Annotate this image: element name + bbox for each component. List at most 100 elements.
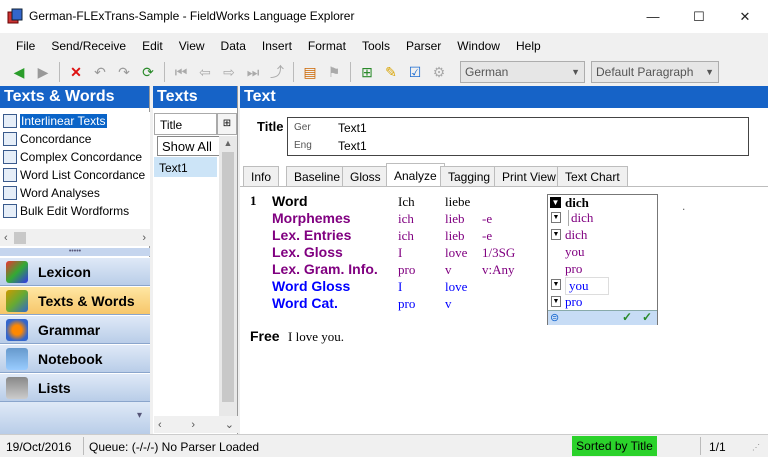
dropdown-arrow-icon[interactable]: ▼ [551, 279, 561, 290]
interlinear-cell[interactable]: 1/3SG [482, 245, 515, 261]
menu-parser[interactable]: Parser [398, 36, 449, 56]
close-button[interactable]: ✕ [722, 0, 768, 33]
area-grammar[interactable]: Grammar [0, 315, 150, 344]
scroll-thumb[interactable] [222, 152, 234, 402]
resize-grip-icon[interactable]: ⋰ [752, 443, 760, 452]
style-combo[interactable]: Default Paragraph ▼ [591, 61, 719, 83]
area-notebook[interactable]: Notebook [0, 344, 150, 373]
interlinear-cell[interactable]: liebe [445, 194, 470, 210]
interlinear-cell[interactable]: pro [398, 262, 415, 278]
interlinear-cell[interactable]: lieb [445, 228, 465, 244]
approve-next-icon[interactable]: ✓ [622, 310, 632, 324]
texts-hscrollbar[interactable]: ‹ › ⌄ [154, 416, 238, 433]
interlinear-cell[interactable]: Ich [398, 194, 415, 210]
interlinear-cell[interactable]: v [445, 262, 452, 278]
sandbox-gram[interactable]: pro [565, 261, 582, 277]
writing-system-combo[interactable]: German ▼ [460, 61, 585, 83]
menu-insert[interactable]: Insert [254, 36, 300, 56]
tool-complex-concordance[interactable]: Complex Concordance [0, 148, 150, 166]
column-chooser-icon[interactable]: ⊞ [217, 113, 237, 135]
approve-icon[interactable]: ☑ [404, 61, 426, 83]
interlinear-cell[interactable]: -e [482, 228, 492, 244]
interlinear-cell[interactable]: ich [398, 211, 414, 227]
back-icon[interactable]: ◀ [8, 61, 30, 83]
interlinear-cell[interactable]: I [398, 279, 402, 295]
link-icon[interactable]: ⤴ [266, 61, 288, 83]
sandbox-word-gloss[interactable]: you [565, 277, 609, 295]
expand-circle-icon[interactable]: ⊜ [550, 311, 559, 324]
scroll-right-icon[interactable]: › [142, 232, 146, 244]
tool-bulk-edit-wordforms[interactable]: Bulk Edit Wordforms [0, 202, 150, 220]
menu-file[interactable]: File [8, 36, 43, 56]
sandbox-word[interactable]: dich [565, 195, 589, 211]
scroll-up-icon[interactable]: ▲ [219, 136, 237, 148]
splitter-handle[interactable]: ••••• [0, 248, 150, 256]
text-list-item[interactable]: Text1 [154, 157, 217, 177]
maximize-button[interactable]: ☐ [676, 0, 722, 33]
sandbox-entry[interactable]: dich [565, 227, 587, 243]
filter-combo[interactable]: Show All [157, 136, 221, 156]
scroll-right-icon[interactable]: › [191, 419, 195, 431]
scroll-left-icon[interactable]: ‹ [158, 419, 162, 431]
title-eng-field[interactable]: Text1 [338, 139, 367, 153]
parser-icon[interactable]: ⚙ [428, 61, 450, 83]
menu-data[interactable]: Data [213, 36, 254, 56]
title-ger-field[interactable]: Text1 [338, 121, 367, 135]
interlinear-cell[interactable]: -e [482, 211, 492, 227]
interlinear-cell[interactable]: I [398, 245, 402, 261]
interlinear-cell[interactable]: v [445, 296, 452, 312]
dropdown-arrow-icon[interactable]: ▼ [551, 212, 561, 223]
menu-edit[interactable]: Edit [134, 36, 171, 56]
area-overflow-chevron-icon[interactable]: ▾ [0, 402, 150, 434]
sandbox-gloss[interactable]: you [565, 244, 585, 260]
menu-window[interactable]: Window [449, 36, 508, 56]
previous-record-icon[interactable]: ⇦ [194, 61, 216, 83]
area-lexicon[interactable]: Lexicon [0, 257, 150, 286]
interlinear-cell[interactable]: v:Any [482, 262, 515, 278]
delete-icon[interactable]: ✕ [65, 61, 87, 83]
last-record-icon[interactable]: ⏭ [242, 61, 264, 83]
minimize-button[interactable]: — [630, 0, 676, 33]
insert-entry-icon[interactable]: ⊞ [356, 61, 378, 83]
tab-gloss[interactable]: Gloss [342, 166, 389, 187]
interlinear-cell[interactable]: pro [398, 296, 415, 312]
filter-icon[interactable]: ⚑ [323, 61, 345, 83]
forward-icon[interactable]: ▶ [32, 61, 54, 83]
edit-note-icon[interactable]: ✎ [380, 61, 402, 83]
first-record-icon[interactable]: ⏮ [170, 61, 192, 83]
sandbox-word-cat[interactable]: pro [565, 294, 582, 310]
area-lists[interactable]: Lists [0, 373, 150, 402]
scroll-down-icon[interactable]: ⌄ [225, 418, 234, 431]
tools-hscrollbar[interactable]: ‹ › [0, 229, 150, 246]
menu-tools[interactable]: Tools [354, 36, 398, 56]
free-translation[interactable]: I love you. [288, 329, 344, 345]
area-texts-words[interactable]: Texts & Words [0, 286, 150, 315]
dropdown-arrow-icon[interactable]: ▼ [551, 296, 561, 307]
interlinear-cell[interactable]: lieb [445, 211, 465, 227]
dropdown-arrow-icon[interactable]: ▼ [550, 197, 561, 208]
interlinear-cell[interactable]: love [445, 245, 467, 261]
approve-icon[interactable]: ✓ [642, 310, 652, 324]
tab-tagging[interactable]: Tagging [440, 166, 499, 187]
tab-print-view[interactable]: Print View [494, 166, 564, 187]
interlinear-cell[interactable]: love [445, 279, 467, 295]
texts-vscrollbar[interactable]: ▲ [219, 136, 237, 416]
scroll-thumb[interactable] [13, 231, 26, 244]
tool-word-list-concordance[interactable]: Word List Concordance [0, 166, 150, 184]
tool-concordance[interactable]: Concordance [0, 130, 150, 148]
tool-interlinear-texts[interactable]: Interlinear Texts [0, 112, 150, 130]
redo-icon[interactable]: ↷ [113, 61, 135, 83]
tab-baseline[interactable]: Baseline [286, 166, 349, 187]
menu-view[interactable]: View [171, 36, 213, 56]
books-icon[interactable]: ▤ [299, 61, 321, 83]
menu-format[interactable]: Format [300, 36, 354, 56]
interlinear-cell[interactable]: ich [398, 228, 414, 244]
dropdown-arrow-icon[interactable]: ▼ [551, 229, 561, 240]
tab-text-chart[interactable]: Text Chart [557, 166, 628, 187]
sandbox-morpheme[interactable]: dich [568, 210, 593, 226]
tool-word-analyses[interactable]: Word Analyses [0, 184, 150, 202]
tab-analyze[interactable]: Analyze [386, 163, 445, 187]
menu-send-receive[interactable]: Send/Receive [43, 36, 134, 56]
next-record-icon[interactable]: ⇨ [218, 61, 240, 83]
undo-icon[interactable]: ↶ [89, 61, 111, 83]
